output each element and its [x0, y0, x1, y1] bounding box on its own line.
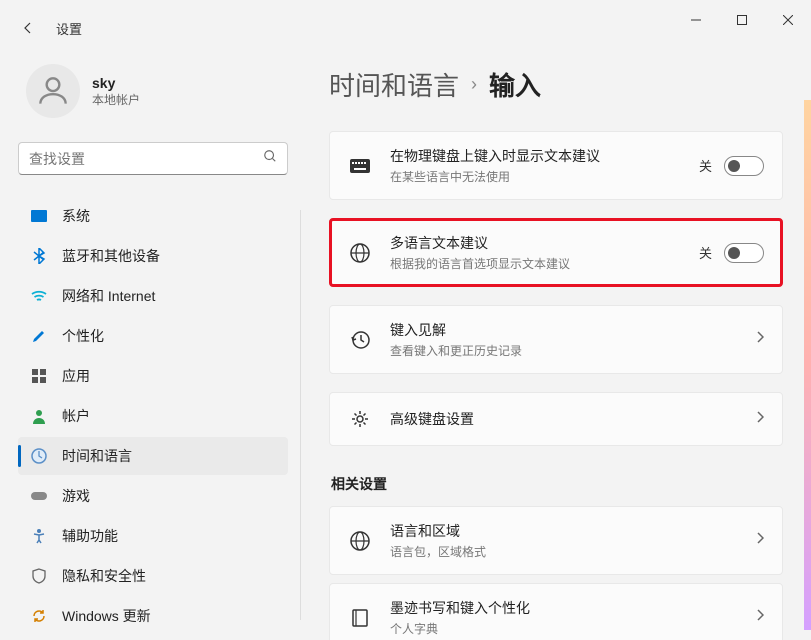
card-title: 多语言文本建议 [390, 233, 681, 253]
nav-list: 系统 蓝牙和其他设备 网络和 Internet 个性化 应用 帐户 [18, 197, 288, 635]
toggle-state: 关 [699, 243, 712, 262]
nav-bluetooth[interactable]: 蓝牙和其他设备 [18, 237, 288, 275]
breadcrumb-parent[interactable]: 时间和语言 [329, 66, 459, 103]
nav-accessibility[interactable]: 辅助功能 [18, 517, 288, 555]
card-title: 语言和区域 [390, 521, 738, 541]
system-icon [30, 207, 48, 225]
toggle-switch[interactable] [724, 156, 764, 176]
edge-decoration [804, 100, 811, 630]
chevron-right-icon [756, 330, 764, 349]
main-content: 时间和语言 › 输入 在物理键盘上键入时显示文本建议 在某些语言中无法使用 关 … [301, 40, 811, 640]
chevron-right-icon [756, 410, 764, 429]
card-subtitle: 在某些语言中无法使用 [390, 168, 681, 185]
nav-label: 网络和 Internet [62, 286, 155, 306]
nav-personalization[interactable]: 个性化 [18, 317, 288, 355]
globe-text-icon [348, 241, 372, 265]
gamepad-icon [30, 487, 48, 505]
nav-label: 个性化 [62, 326, 104, 346]
nav-apps[interactable]: 应用 [18, 357, 288, 395]
nav-privacy[interactable]: 隐私和安全性 [18, 557, 288, 595]
card-title: 键入见解 [390, 320, 738, 340]
keyboard-icon [348, 154, 372, 178]
wifi-icon [30, 287, 48, 305]
card-subtitle: 根据我的语言首选项显示文本建议 [390, 255, 681, 272]
nav-system[interactable]: 系统 [18, 197, 288, 235]
nav-network[interactable]: 网络和 Internet [18, 277, 288, 315]
minimize-button[interactable] [673, 4, 719, 36]
history-icon [348, 328, 372, 352]
search-input[interactable] [29, 151, 263, 167]
avatar [26, 64, 80, 118]
nav-label: 时间和语言 [62, 446, 132, 466]
nav-label: 蓝牙和其他设备 [62, 246, 160, 266]
gear-icon [348, 407, 372, 431]
nav-time-language[interactable]: 时间和语言 [18, 437, 288, 475]
search-icon [263, 149, 277, 168]
card-language-region[interactable]: 语言和区域 语言包，区域格式 [329, 506, 783, 575]
search-box[interactable] [18, 142, 288, 175]
apps-icon [30, 367, 48, 385]
brush-icon [30, 327, 48, 345]
nav-accounts[interactable]: 帐户 [18, 397, 288, 435]
update-icon [30, 607, 48, 625]
nav-update[interactable]: Windows 更新 [18, 597, 288, 635]
nav-label: 系统 [62, 206, 90, 226]
titlebar: 设置 [0, 0, 811, 40]
breadcrumb: 时间和语言 › 输入 [329, 66, 783, 103]
toggle-switch[interactable] [724, 243, 764, 263]
nav-label: 隐私和安全性 [62, 566, 146, 586]
sidebar: sky 本地帐户 系统 蓝牙和其他设备 网络和 Internet [0, 40, 300, 640]
accessibility-icon [30, 527, 48, 545]
nav-label: 辅助功能 [62, 526, 118, 546]
card-physical-keyboard[interactable]: 在物理键盘上键入时显示文本建议 在某些语言中无法使用 关 [329, 131, 783, 200]
chevron-right-icon: › [471, 74, 477, 95]
card-advanced-keyboard[interactable]: 高级键盘设置 [329, 392, 783, 446]
dictionary-icon [348, 606, 372, 630]
user-section[interactable]: sky 本地帐户 [18, 50, 288, 142]
toggle-state: 关 [699, 156, 712, 175]
nav-gaming[interactable]: 游戏 [18, 477, 288, 515]
card-title: 在物理键盘上键入时显示文本建议 [390, 146, 681, 166]
user-name: sky [92, 75, 140, 91]
nav-label: 帐户 [62, 406, 90, 426]
globe-clock-icon [30, 447, 48, 465]
card-subtitle: 个人字典 [390, 620, 738, 637]
card-subtitle: 查看键入和更正历史记录 [390, 342, 738, 359]
nav-label: Windows 更新 [62, 606, 151, 626]
card-typing-insights[interactable]: 键入见解 查看键入和更正历史记录 [329, 305, 783, 374]
globe-lang-icon [348, 529, 372, 553]
card-subtitle: 语言包，区域格式 [390, 543, 738, 560]
close-button[interactable] [765, 4, 811, 36]
card-multilang-suggestions[interactable]: 多语言文本建议 根据我的语言首选项显示文本建议 关 [329, 218, 783, 287]
nav-label: 游戏 [62, 486, 90, 506]
card-title: 墨迹书写和键入个性化 [390, 598, 738, 618]
shield-icon [30, 567, 48, 585]
card-inking-typing[interactable]: 墨迹书写和键入个性化 个人字典 [329, 583, 783, 640]
breadcrumb-current: 输入 [489, 66, 541, 103]
window-title: 设置 [56, 19, 82, 38]
maximize-button[interactable] [719, 4, 765, 36]
back-button[interactable] [18, 18, 38, 38]
card-title: 高级键盘设置 [390, 409, 738, 429]
related-settings-heading: 相关设置 [331, 474, 783, 494]
nav-label: 应用 [62, 366, 90, 386]
chevron-right-icon [756, 608, 764, 627]
user-subtitle: 本地帐户 [92, 91, 140, 108]
person-icon [30, 407, 48, 425]
bluetooth-icon [30, 247, 48, 265]
chevron-right-icon [756, 531, 764, 550]
